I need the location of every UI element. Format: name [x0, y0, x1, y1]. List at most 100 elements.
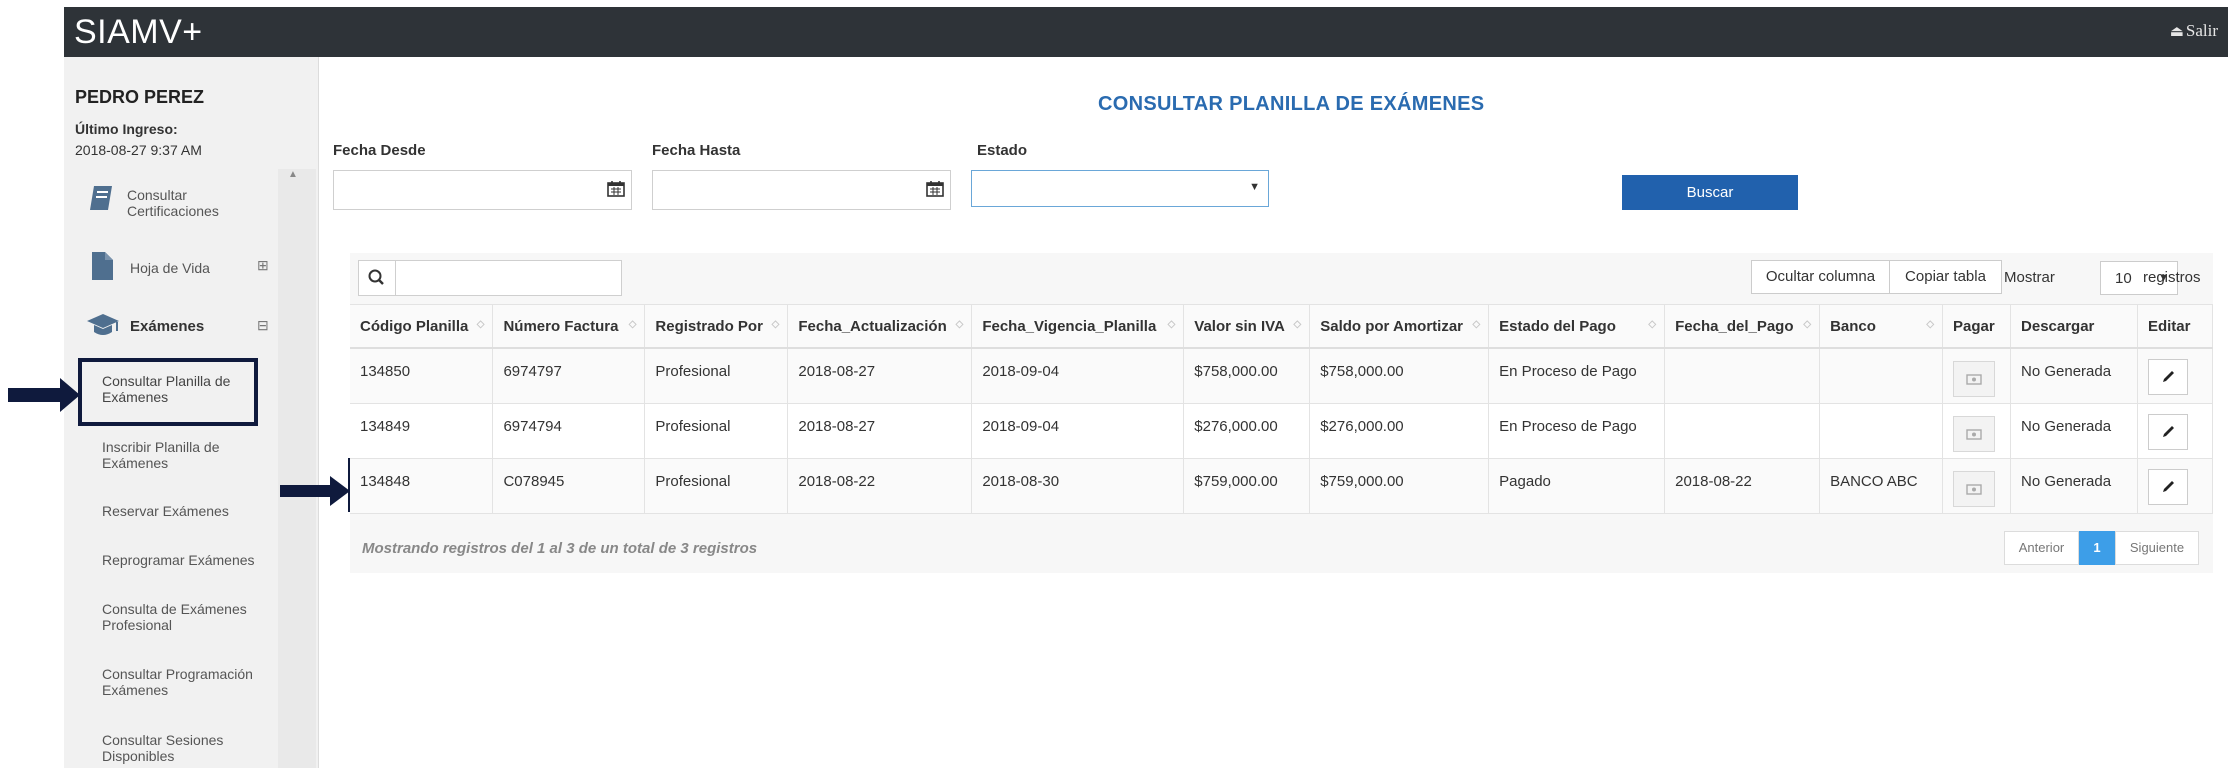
expand-icon[interactable]: ⊞	[257, 257, 269, 274]
search-icon[interactable]	[359, 261, 396, 295]
registros-label: registros	[2143, 269, 2201, 286]
table-cell: Pagado	[1488, 458, 1666, 514]
edit-button[interactable]	[2147, 359, 2188, 395]
table-cell	[1664, 403, 1821, 459]
sidebar-item-label: Exámenes	[130, 318, 205, 335]
edit-button[interactable]	[2147, 413, 2188, 450]
table-cell: 134850	[350, 348, 494, 404]
table-row: 134848 C078945 Profesional 2018-08-22 20…	[350, 458, 2214, 514]
mostrar-label: Mostrar	[2004, 269, 2055, 286]
column-header[interactable]: Valor sin IVA ◇	[1183, 304, 1311, 349]
table-info-text: Mostrando registros del 1 al 3 de un tot…	[362, 540, 758, 557]
table-cell: BANCO ABC	[1819, 458, 1944, 514]
table-cell: No Generada	[2010, 403, 2138, 459]
table-cell: En Proceso de Pago	[1488, 348, 1666, 404]
table-row: 134850 6974797 Profesional 2018-08-27 20…	[350, 348, 2214, 404]
calendar-icon[interactable]	[926, 180, 944, 197]
table-cell	[2137, 458, 2214, 514]
table-cell: No Generada	[2010, 348, 2138, 404]
sidebar-subitem-reprogramar-examenes[interactable]: Reprogramar Exámenes	[102, 552, 272, 568]
edit-button[interactable]	[2147, 468, 2188, 505]
scroll-up-icon[interactable]: ▲	[288, 169, 298, 180]
sidebar-item-examenes[interactable]: Exámenes ⊟	[64, 307, 274, 347]
fecha-hasta-label: Fecha Hasta	[652, 142, 741, 159]
pagination-prev[interactable]: Anterior	[2004, 531, 2079, 565]
pay-button[interactable]	[1953, 415, 1996, 452]
money-icon	[1966, 374, 1982, 385]
table-header-row: Código Planilla ◇ Número Factura ◇ Registr…	[350, 304, 2214, 349]
sidebar-item-hoja-de-vida[interactable]: Hoja de Vida ⊞	[64, 249, 274, 289]
table-row: 134849 6974794 Profesional 2018-08-27 20…	[350, 403, 2214, 459]
annotation-arrow-icon	[8, 378, 80, 412]
sidebar-subitem-reservar-examenes[interactable]: Reservar Exámenes	[102, 503, 272, 519]
sidebar-item-certificaciones[interactable]: Consultar Certificaciones	[64, 175, 274, 225]
table-cell	[1819, 348, 1944, 404]
sort-icon[interactable]: ◇	[1648, 319, 1656, 330]
sort-icon[interactable]: ◇	[1294, 319, 1302, 330]
table-cell: 134849	[350, 403, 494, 459]
logout-button[interactable]: ⏏ Salir	[2170, 21, 2218, 41]
column-header: Editar	[2137, 304, 2214, 349]
table-cell: 6974794	[492, 403, 646, 459]
fecha-hasta-input[interactable]	[652, 170, 951, 210]
column-header[interactable]: Registrado Por ◇	[644, 304, 789, 349]
page-size-value: 10	[2115, 270, 2132, 287]
sort-icon[interactable]: ◇	[629, 319, 637, 330]
sidebar-subitem-inscribir-planilla[interactable]: Inscribir Planilla de Exámenes	[102, 439, 272, 471]
table-cell	[2137, 403, 2214, 459]
planillas-table: Código Planilla ◇ Número Factura ◇ Registr…	[350, 304, 2214, 514]
table-cell: 134848	[350, 458, 494, 514]
table-cell: 2018-08-27	[787, 348, 973, 404]
pagination-next[interactable]: Siguiente	[2115, 531, 2199, 565]
sort-icon[interactable]: ◇	[1926, 319, 1934, 330]
table-search-box[interactable]	[358, 260, 622, 296]
fecha-desde-input[interactable]	[333, 170, 632, 210]
sort-icon[interactable]: ◇	[1472, 319, 1480, 330]
column-header[interactable]: Saldo por Amortizar ◇	[1309, 304, 1490, 349]
annotation-highlight-menu	[78, 358, 258, 426]
sort-icon[interactable]: ◇	[956, 319, 964, 330]
table-cell: $276,000.00	[1309, 403, 1490, 459]
table-cell: Profesional	[644, 403, 789, 459]
column-header[interactable]: Banco ◇	[1819, 304, 1944, 349]
pay-button[interactable]	[1953, 470, 1996, 507]
table-cell: $759,000.00	[1309, 458, 1490, 514]
sort-icon[interactable]: ◇	[772, 319, 780, 330]
collapse-icon[interactable]: ⊟	[257, 317, 269, 334]
column-header[interactable]: Fecha_Vigencia_Planilla ◇	[971, 304, 1185, 349]
last-login-label: Último Ingreso:	[75, 121, 178, 137]
pencil-icon	[2162, 371, 2174, 382]
sidebar-subitem-consulta-examenes-profesional[interactable]: Consulta de Exámenes Profesional	[102, 601, 272, 633]
app-brand: SIAMV+	[74, 13, 203, 51]
column-header[interactable]: Número Factura ◇	[492, 304, 646, 349]
column-header[interactable]: Fecha_del_Pago ◇	[1664, 304, 1821, 349]
table-cell: 2018-09-04	[971, 403, 1185, 459]
sidebar-subitem-consultar-sesiones[interactable]: Consultar Sesiones Disponibles	[102, 732, 272, 764]
table-cell: $758,000.00	[1309, 348, 1490, 404]
estado-select[interactable]: ▼	[971, 170, 1269, 207]
buscar-button[interactable]: Buscar	[1622, 175, 1798, 210]
column-header[interactable]: Código Planilla ◇	[350, 304, 494, 349]
sort-icon[interactable]: ◇	[1803, 319, 1811, 330]
table-cell: 2018-08-22	[787, 458, 973, 514]
sort-icon[interactable]: ◇	[1168, 319, 1176, 330]
column-header: Pagar	[1942, 304, 2012, 349]
fecha-desde-label: Fecha Desde	[333, 142, 426, 159]
graduation-cap-icon	[87, 314, 119, 335]
calendar-icon[interactable]	[607, 180, 625, 197]
table-cell: Profesional	[644, 458, 789, 514]
column-header[interactable]: Fecha_Actualización ◇	[787, 304, 973, 349]
sidebar-subitem-consultar-programacion[interactable]: Consultar Programación Exámenes	[102, 666, 272, 698]
copiar-tabla-button[interactable]: Copiar tabla	[1889, 260, 2002, 294]
table-cell: 2018-08-30	[971, 458, 1185, 514]
pay-button[interactable]	[1953, 361, 1996, 397]
sort-icon[interactable]: ◇	[477, 319, 485, 330]
estado-label: Estado	[977, 142, 1028, 159]
table-cell: $758,000.00	[1183, 348, 1311, 404]
sidebar-scrollbar[interactable]	[278, 169, 316, 768]
page-title: CONSULTAR PLANILLA DE EXÁMENES	[1098, 93, 1485, 115]
sidebar-item-label: Hoja de Vida	[130, 260, 210, 276]
column-header[interactable]: Estado del Pago ◇	[1488, 304, 1666, 349]
ocultar-columna-button[interactable]: Ocultar columna	[1751, 260, 1890, 294]
pagination-page-1[interactable]: 1	[2079, 531, 2115, 565]
